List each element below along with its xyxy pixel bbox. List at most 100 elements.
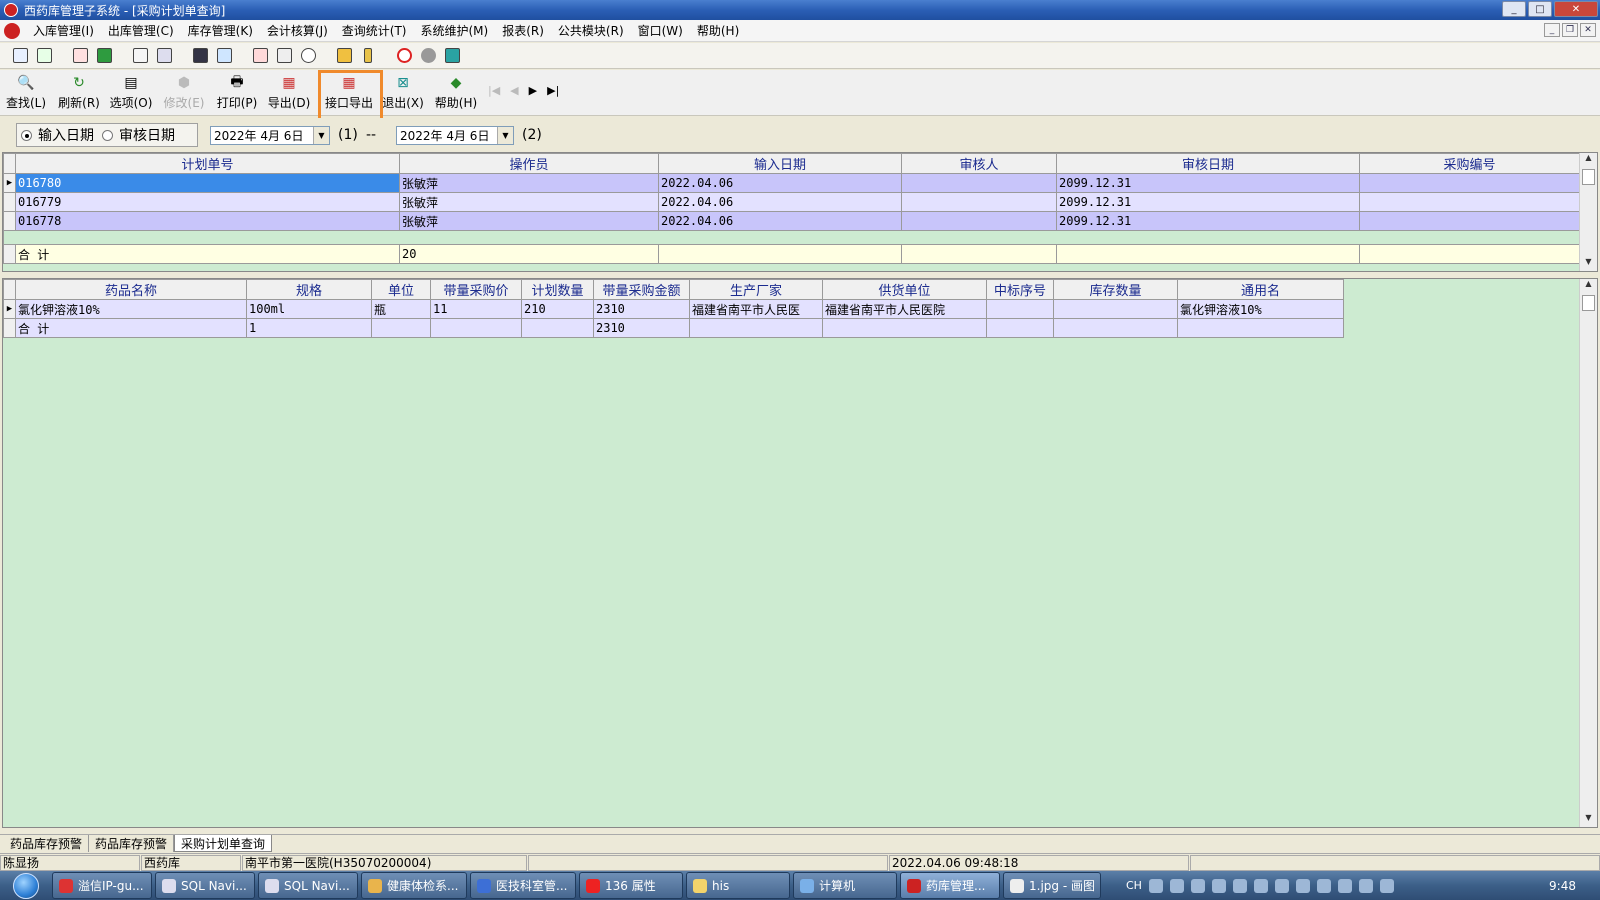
table-cell[interactable]: 2099.12.31 [1056,192,1360,212]
table-cell[interactable] [901,192,1057,212]
find-button[interactable]: 🔍 查找(L) [6,74,46,114]
mdi-minimize-button[interactable]: _ [1544,23,1560,37]
language-indicator[interactable]: CH [1126,879,1142,892]
table-cell[interactable]: 11 [430,299,522,319]
menu-maintenance[interactable]: 系统维护(M) [414,22,496,39]
table-cell[interactable]: 100ml [246,299,372,319]
column-header[interactable]: 计划单号 [15,153,400,174]
close-square-icon[interactable] [442,46,462,66]
table-cell[interactable] [901,173,1057,193]
tab-purchase-plan-query[interactable]: 采购计划单查询 [174,835,273,852]
table-cell[interactable]: 张敏萍 [399,211,659,231]
table-cell[interactable]: 2022.04.06 [658,211,902,231]
menu-query[interactable]: 查询统计(T) [335,22,414,39]
help-button[interactable]: ◆ 帮助(H) [434,74,478,114]
scroll-down-icon[interactable]: ▼ [1580,813,1597,827]
start-date-picker[interactable]: 2022年 4月 6日 ▼ [210,126,330,145]
menu-outbound[interactable]: 出库管理(C) [101,22,181,39]
hexagon-icon[interactable] [418,46,438,66]
table-row[interactable]: 016779 张敏萍 2022.04.06 2099.12.31 [3,192,1580,212]
next-record-icon[interactable]: ▶ [529,84,537,97]
table-cell[interactable]: 氯化钾溶液10% [1177,299,1344,319]
keyboard-icon[interactable] [1148,878,1163,893]
scroll-thumb[interactable] [1582,169,1595,185]
menu-accounting[interactable]: 会计核算(J) [260,22,335,39]
column-header[interactable]: 生产厂家 [689,279,823,300]
table-cell[interactable] [1359,192,1580,212]
table-icon[interactable] [214,46,234,66]
scroll-thumb[interactable] [1582,295,1595,311]
app-menu-icon[interactable] [4,22,20,39]
taskbar-item[interactable]: SQL Navi... [258,872,358,899]
new-document-icon[interactable] [10,46,30,66]
first-record-icon[interactable]: |◀ [488,84,500,97]
flag-icon[interactable] [1253,878,1268,893]
magnifier-icon[interactable] [298,46,318,66]
table-cell[interactable] [1359,173,1580,193]
table-cell[interactable] [986,299,1054,319]
browser-icon[interactable] [1295,878,1310,893]
table-cell[interactable]: 2099.12.31 [1056,211,1360,231]
table-cell[interactable]: 瓶 [371,299,431,319]
check-icon[interactable] [94,46,114,66]
minimize-button[interactable]: _ [1502,1,1526,17]
table-cell[interactable]: 016779 [15,192,400,212]
network-icon[interactable] [1190,878,1205,893]
table-cell[interactable]: 福建省南平市人民医院 [822,299,987,319]
table-cell[interactable]: 2310 [593,299,690,319]
calendar-icon[interactable] [250,46,270,66]
chevron-down-icon[interactable]: ▼ [313,127,329,144]
column-header[interactable]: 库存数量 [1053,279,1178,300]
taskbar-item[interactable]: 计算机 [793,872,897,899]
column-header[interactable]: 操作员 [399,153,659,174]
taskbar-item[interactable]: his [686,872,790,899]
table-cell[interactable]: 2022.04.06 [658,173,902,193]
menu-inbound[interactable]: 入库管理(I) [26,22,101,39]
monitor-icon[interactable] [190,46,210,66]
column-header[interactable]: 审核人 [901,153,1057,174]
tools-icon[interactable] [274,46,294,66]
menu-common[interactable]: 公共模块(R) [551,22,631,39]
tools-tray-icon[interactable] [1379,878,1394,893]
menu-inventory[interactable]: 库存管理(K) [181,22,260,39]
close-button[interactable]: ✕ [1554,1,1598,17]
mdi-restore-button[interactable]: ❐ [1562,23,1578,37]
volume-icon[interactable] [1358,878,1373,893]
taskbar-item[interactable]: SQL Navi... [155,872,255,899]
plan-grid-scrollbar[interactable]: ▲ ▼ [1579,153,1597,271]
radio-input-date[interactable]: 输入日期 [21,125,94,145]
export-button[interactable]: ▦ 导出(D) [268,74,311,114]
clipboard-icon[interactable] [130,46,150,66]
column-header[interactable]: 输入日期 [658,153,902,174]
taskbar-item[interactable]: 1.jpg - 画图 [1003,872,1101,899]
table-cell[interactable]: 016778 [15,211,400,231]
menu-window[interactable]: 窗口(W) [631,22,690,39]
thermometer-icon[interactable] [358,46,378,66]
column-header[interactable]: 供货单位 [822,279,987,300]
table-row[interactable]: 016778 张敏萍 2022.04.06 2099.12.31 [3,211,1580,231]
print-button[interactable]: 🖶 打印(P) [216,74,258,114]
calculator-icon[interactable] [154,46,174,66]
table-row[interactable]: ▶ 氯化钾溶液10% 100ml 瓶 11 210 2310 福建省南平市人民医… [3,299,1344,319]
car-icon[interactable] [334,46,354,66]
chevron-down-icon[interactable]: ▼ [497,127,513,144]
column-header[interactable]: 计划数量 [521,279,594,300]
taskbar-item[interactable]: 医技科室管... [470,872,576,899]
bluetooth-icon[interactable] [1274,878,1289,893]
taskbar-item[interactable]: 溢信IP-gu... [52,872,152,899]
clock[interactable]: 9:48 [1549,879,1576,893]
scroll-up-icon[interactable]: ▲ [1580,279,1597,293]
column-header[interactable]: 单位 [371,279,431,300]
options-button[interactable]: ▤ 选项(O) [110,74,153,114]
table-cell[interactable]: 210 [521,299,594,319]
table-cell[interactable]: 张敏萍 [399,192,659,212]
edit-button[interactable]: ⬢ 修改(E) [163,74,205,114]
mdi-close-button[interactable]: ✕ [1580,23,1596,37]
start-button[interactable] [0,871,52,900]
help-tray-icon[interactable] [1169,878,1184,893]
taskbar-item-active[interactable]: 药库管理... [900,872,1000,899]
end-date-picker[interactable]: 2022年 4月 6日 ▼ [396,126,514,145]
column-header[interactable]: 带量采购金额 [593,279,690,300]
last-record-icon[interactable]: ▶| [547,84,559,97]
detail-grid-scrollbar[interactable]: ▲ ▼ [1579,279,1597,827]
